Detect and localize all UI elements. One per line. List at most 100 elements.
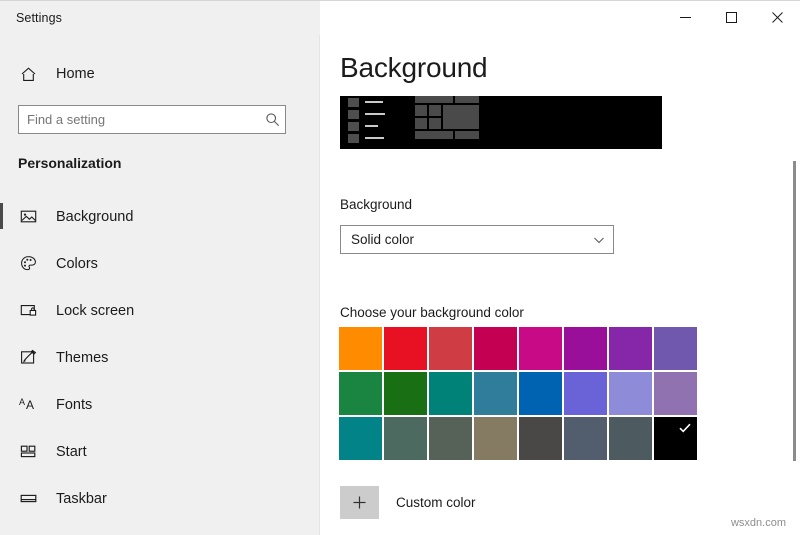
sidebar-section-title: Personalization [18,155,122,171]
color-swatch[interactable] [609,417,652,460]
sidebar-item-lock-screen[interactable]: Lock screen [0,287,320,334]
sidebar-nav-list: Background Colors Lock screen Themes A A… [0,193,320,522]
color-swatch[interactable] [519,327,562,370]
color-swatch-grid [339,327,703,462]
background-type-dropdown[interactable]: Solid color [340,225,614,254]
sidebar-item-label-themes: Themes [56,349,109,366]
app-title: Settings [16,11,62,25]
color-swatch[interactable] [429,327,472,370]
sidebar-item-label-colors: Colors [56,255,98,272]
svg-text:A: A [19,397,25,407]
preview-tile [455,96,479,103]
preview-nav-square [348,98,359,107]
search-input[interactable] [19,112,259,127]
color-swatch[interactable] [519,417,562,460]
minimize-button[interactable] [662,1,708,33]
close-button[interactable] [754,1,800,33]
watermark: wsxdn.com [730,517,786,529]
choose-color-label: Choose your background color [340,305,524,320]
sidebar-item-label-lock-screen: Lock screen [56,302,135,319]
color-swatch[interactable] [519,372,562,415]
preview-tile [415,118,427,129]
color-swatch-row [339,417,703,462]
check-icon [677,420,693,440]
preview-nav-line [365,113,385,115]
vertical-scrollbar[interactable] [789,35,800,535]
preview-tile [415,131,453,139]
scrollbar-thumb[interactable] [793,161,796,461]
color-swatch[interactable] [429,417,472,460]
preview-tile [429,105,441,116]
color-swatch[interactable] [339,372,382,415]
custom-color-button[interactable]: Custom color [340,486,476,519]
preview-nav-line [365,101,383,103]
background-field-label: Background [340,197,413,212]
sidebar-item-home[interactable]: Home [0,59,320,89]
color-swatch[interactable] [339,327,382,370]
preview-nav-line [365,137,384,139]
sidebar-item-background[interactable]: Background [0,193,320,240]
sidebar-item-colors[interactable]: Colors [0,240,320,287]
color-swatch[interactable] [654,372,697,415]
start-tiles-icon [8,443,48,460]
color-swatch-row [339,327,703,372]
color-swatch[interactable] [339,417,382,460]
color-swatch[interactable] [564,417,607,460]
sidebar-item-label-fonts: Fonts [56,396,93,413]
sidebar-item-themes[interactable]: Themes [0,334,320,381]
taskbar-icon [8,490,48,507]
background-preview [340,96,662,149]
sidebar-item-taskbar[interactable]: Taskbar [0,475,320,522]
sidebar: Home Personalization [0,1,320,535]
sidebar-item-start[interactable]: Start [0,428,320,475]
sidebar-item-fonts[interactable]: A A Fonts [0,381,320,428]
svg-text:A: A [26,398,34,412]
color-swatch[interactable] [564,327,607,370]
title-bar[interactable]: Settings [0,1,800,35]
preview-nav-line [365,125,378,127]
preview-nav-square [348,110,359,119]
color-swatch[interactable] [384,372,427,415]
settings-window: Settings Home Find a setting Personaliza… [0,0,800,535]
sidebar-item-label-background: Background [56,208,134,225]
plus-icon [340,486,379,519]
content-area: Background Background Solid color Choose… [320,1,800,535]
preview-tile [415,105,427,116]
maximize-button[interactable] [708,1,754,33]
color-swatch[interactable] [564,372,607,415]
fonts-icon: A A [8,396,48,413]
color-swatch-row [339,372,703,417]
color-swatch[interactable] [384,417,427,460]
search-icon[interactable] [259,112,285,127]
close-icon [771,11,783,23]
sidebar-item-label-taskbar: Taskbar [56,490,107,507]
minimize-icon [679,16,691,18]
maximize-icon [725,11,737,23]
selection-indicator [0,203,3,229]
preview-nav-square [348,134,359,143]
color-swatch[interactable] [609,327,652,370]
page-title: Background [340,52,488,83]
search-box[interactable] [18,105,286,134]
preview-nav-square [348,122,359,131]
preview-tile [429,118,441,129]
preview-tile [455,131,479,139]
color-swatch[interactable] [384,327,427,370]
custom-color-label: Custom color [396,495,476,510]
home-icon [8,66,48,83]
image-icon [8,208,48,225]
preview-tile [415,96,453,103]
color-swatch[interactable] [429,372,472,415]
color-swatch[interactable] [654,327,697,370]
color-swatch[interactable] [474,417,517,460]
background-type-value: Solid color [351,232,415,247]
color-swatch-selected[interactable] [654,417,697,460]
lock-screen-icon [8,302,48,319]
themes-brush-icon [8,349,48,366]
color-swatch[interactable] [609,372,652,415]
color-swatch[interactable] [474,372,517,415]
sidebar-item-label-home: Home [56,66,95,82]
color-swatch[interactable] [474,327,517,370]
chevron-down-icon [585,234,613,246]
sidebar-item-label-start: Start [56,443,87,460]
